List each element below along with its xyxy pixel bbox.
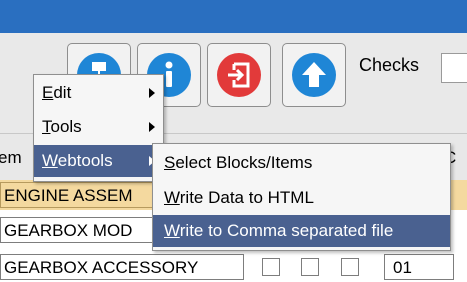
menu-item-mnemonic: E xyxy=(42,83,54,102)
row-checkbox[interactable] xyxy=(301,258,319,276)
menu-item-mnemonic: S xyxy=(164,153,176,172)
exit-button[interactable] xyxy=(207,43,271,107)
submenu-arrow-icon xyxy=(149,122,155,132)
checks-field[interactable] xyxy=(441,53,467,83)
table-row[interactable]: GEARBOX ACCESSORY 01 xyxy=(0,252,467,282)
checks-label: Checks xyxy=(359,55,420,75)
menu-item-label: ools xyxy=(50,117,82,136)
code-cell[interactable]: 01 xyxy=(384,254,454,280)
menu-item-write-csv[interactable]: Write to Comma separated file xyxy=(153,215,450,247)
webtools-submenu: Select Blocks/Items Write Data to HTML W… xyxy=(152,143,451,251)
menu-item-select-blocks[interactable]: Select Blocks/Items xyxy=(153,147,450,179)
arrow-up-icon xyxy=(292,53,336,97)
menu-item-webtools[interactable]: Webtools xyxy=(34,145,163,177)
description-cell[interactable]: GEARBOX ACCESSORY xyxy=(0,254,244,280)
menu-item-write-html[interactable]: Write Data to HTML xyxy=(153,182,450,214)
row-checkbox[interactable] xyxy=(262,258,280,276)
menu-item-label: ebtools xyxy=(57,151,113,170)
menu-item-mnemonic: T xyxy=(42,117,51,136)
context-menu: Edit Tools Webtools xyxy=(33,74,164,182)
upload-button[interactable] xyxy=(282,43,346,107)
menu-item-edit[interactable]: Edit xyxy=(34,77,163,109)
menu-item-mnemonic: W xyxy=(164,188,180,207)
submenu-arrow-icon xyxy=(149,88,155,98)
menu-item-label: rite Data to HTML xyxy=(179,188,314,207)
menu-item-tools[interactable]: Tools xyxy=(34,111,163,143)
menu-item-label: rite to Comma separated file xyxy=(179,221,394,240)
exit-icon xyxy=(217,53,261,97)
column-header-item: em xyxy=(0,148,22,167)
menu-item-mnemonic: W xyxy=(42,151,58,170)
menu-item-label: dit xyxy=(53,83,72,102)
menu-item-label: elect Blocks/Items xyxy=(175,153,313,172)
title-bar xyxy=(0,0,467,33)
menu-item-mnemonic: W xyxy=(164,221,180,240)
row-checkbox[interactable] xyxy=(341,258,359,276)
